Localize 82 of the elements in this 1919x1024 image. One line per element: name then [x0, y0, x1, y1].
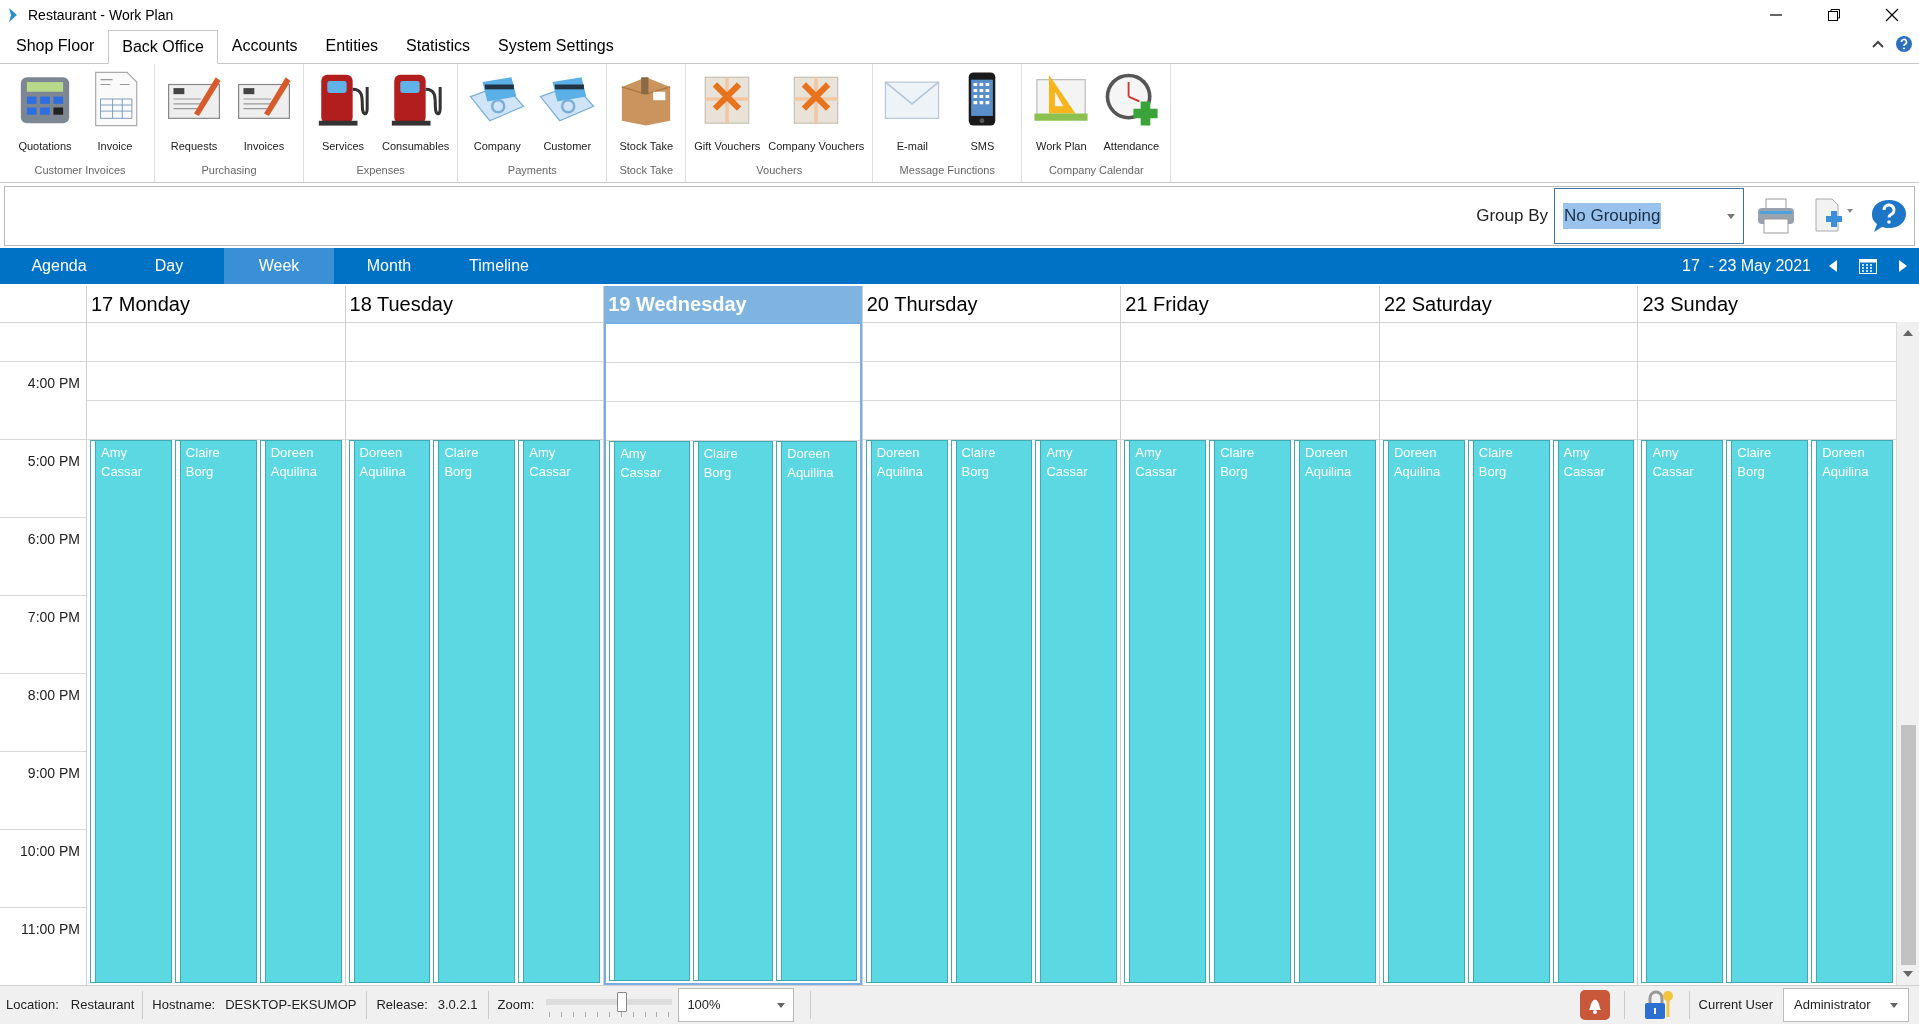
ribbon-group-label: Expenses: [356, 162, 405, 178]
help-icon[interactable]: [1895, 35, 1913, 53]
ribbon-button[interactable]: Attendance: [1098, 70, 1165, 155]
view-tab[interactable]: Day: [114, 248, 224, 284]
group-by-dropdown[interactable]: No Grouping: [1554, 188, 1744, 244]
date-range: 17 - 23 May 2021: [1682, 256, 1811, 276]
time-label: 10:00 PM: [20, 842, 80, 861]
time-label: 4:00 PM: [27, 374, 80, 393]
ribbon-group-label: Purchasing: [201, 162, 257, 178]
day-header[interactable]: 22 Saturday: [1379, 286, 1638, 322]
view-tab[interactable]: Agenda: [4, 248, 114, 284]
new-document-icon[interactable]: [1812, 197, 1854, 235]
ribbon-button[interactable]: Work Plan: [1028, 70, 1095, 155]
day-header[interactable]: 21 Friday: [1121, 286, 1379, 322]
time-label: 7:00 PM: [27, 608, 80, 627]
scroll-down-icon[interactable]: [1903, 971, 1913, 979]
group-by-label: Group By: [1476, 205, 1548, 228]
current-user-label: Current User: [1698, 996, 1773, 1015]
zoom-slider[interactable]: [546, 992, 673, 1018]
ribbon-group-label: Stock Take: [619, 162, 674, 178]
ribbon-button[interactable]: Stock Take: [613, 70, 680, 155]
menu-tab[interactable]: Shop Floor: [2, 29, 109, 63]
ribbon-button[interactable]: Quotations: [12, 70, 78, 155]
scroll-up-icon[interactable]: [1903, 328, 1913, 336]
ribbon-button[interactable]: Services: [310, 70, 376, 155]
dropdown-caret-icon: [1727, 213, 1735, 219]
time-label: 6:00 PM: [27, 530, 80, 549]
next-icon[interactable]: [1899, 260, 1907, 272]
scrollbar-thumb[interactable]: [1900, 725, 1916, 965]
time-label: 5:00 PM: [27, 452, 80, 471]
time-label: 9:00 PM: [27, 764, 80, 783]
view-tab[interactable]: Month: [334, 248, 444, 284]
dropdown-caret-icon: [777, 1002, 786, 1008]
ribbon-button[interactable]: Gift Vouchers: [692, 70, 763, 155]
menu-tab[interactable]: Accounts: [217, 29, 312, 63]
ribbon-group-label: Vouchers: [756, 162, 803, 178]
location-value: Restaurant: [70, 996, 135, 1015]
time-label: 8:00 PM: [27, 686, 80, 705]
close-icon[interactable]: [1885, 8, 1899, 22]
current-user-dropdown[interactable]: Administrator: [1783, 988, 1909, 1022]
ribbon-button[interactable]: Company Vouchers: [766, 70, 867, 155]
zoom-slider-thumb[interactable]: [617, 992, 627, 1012]
ribbon-button[interactable]: Invoice: [82, 70, 148, 155]
location-label: Location:: [6, 996, 59, 1015]
view-tab[interactable]: Timeline: [444, 248, 554, 284]
help-icon[interactable]: [1870, 198, 1908, 234]
restore-icon[interactable]: [1827, 8, 1841, 22]
bell-icon[interactable]: [1579, 990, 1610, 1020]
printer-icon[interactable]: [1756, 197, 1796, 235]
hostname-value: DESKTOP-EKSUMOP: [225, 996, 357, 1015]
ribbon-button[interactable]: E-mail: [879, 70, 946, 155]
ribbon-button[interactable]: Requests: [161, 70, 227, 155]
ribbon-group-label: Message Functions: [899, 162, 995, 178]
ribbon-button[interactable]: Invoices: [231, 70, 297, 155]
ribbon-button[interactable]: Customer: [534, 70, 601, 155]
ribbon-group-label: Company Calendar: [1048, 162, 1144, 178]
previous-icon[interactable]: [1829, 260, 1837, 272]
ribbon-group-label: Payments: [507, 162, 557, 178]
vertical-scrollbar[interactable]: [1896, 322, 1919, 985]
collapse-caret-icon[interactable]: [1871, 39, 1885, 49]
dropdown-caret-icon: [1890, 1002, 1898, 1008]
day-header[interactable]: 18 Tuesday: [345, 286, 604, 322]
menu-tab[interactable]: Back Office: [108, 30, 218, 64]
menu-tab[interactable]: Statistics: [392, 29, 485, 63]
ribbon-button[interactable]: SMS: [949, 70, 1016, 155]
day-header[interactable]: 17 Monday: [87, 286, 345, 322]
ribbon-group-label: Customer Invoices: [34, 162, 126, 178]
release-value: 3.0.2.1: [437, 996, 478, 1015]
day-header[interactable]: 20 Thursday: [862, 286, 1121, 322]
menu-tab[interactable]: System Settings: [484, 29, 628, 63]
app-logo-icon: [8, 7, 18, 23]
day-header[interactable]: 23 Sunday: [1638, 286, 1897, 322]
zoom-label: Zoom:: [497, 996, 535, 1015]
ribbon-button[interactable]: Company: [464, 70, 531, 155]
window-title: Restaurant - Work Plan: [28, 5, 174, 25]
menu-tab[interactable]: Entities: [311, 29, 393, 63]
hostname-label: Hostname:: [152, 996, 216, 1015]
release-label: Release:: [376, 996, 428, 1015]
ribbon-button[interactable]: Consumables: [380, 70, 452, 155]
time-label: 11:00 PM: [21, 920, 80, 939]
calendar-icon[interactable]: [1859, 258, 1877, 274]
zoom-dropdown[interactable]: 100%: [678, 988, 795, 1022]
